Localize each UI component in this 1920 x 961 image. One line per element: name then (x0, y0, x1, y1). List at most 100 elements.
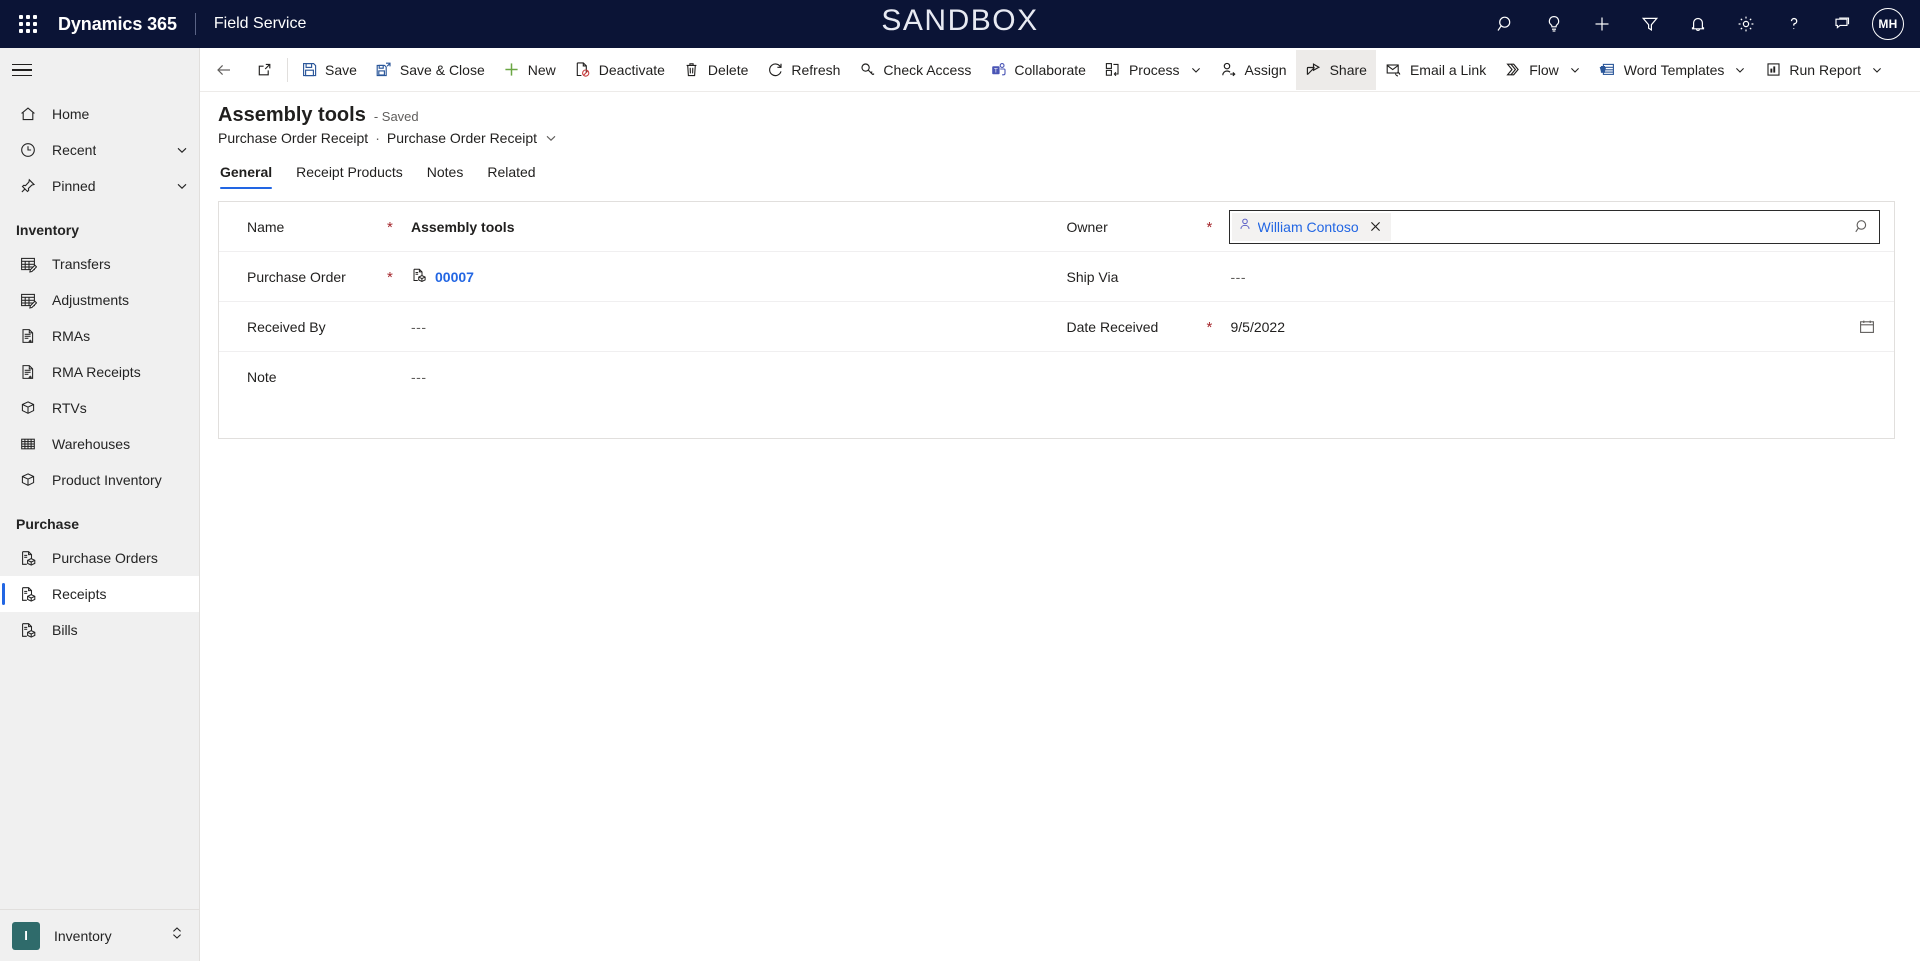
sidebar-item-receipts[interactable]: Receipts (0, 576, 199, 612)
popout-button[interactable] (244, 50, 284, 90)
brand-label[interactable]: Dynamics 365 (58, 14, 177, 35)
page-title: Assembly tools (218, 104, 366, 126)
plus-icon (503, 61, 521, 79)
owner-lookup-field[interactable]: William Contoso (1228, 209, 1880, 244)
field-label: Date Received (1066, 318, 1159, 335)
sidebar-item-rma-receipts[interactable]: RMA Receipts (0, 354, 199, 390)
field-label: Received By (247, 318, 326, 335)
close-icon[interactable] (1365, 215, 1387, 239)
sidebar-item-home[interactable]: Home (0, 96, 199, 132)
sidebar-item-rmas[interactable]: RMAs (0, 318, 199, 354)
field-value-received-by[interactable]: --- (401, 319, 1043, 335)
avatar[interactable]: MH (1872, 8, 1904, 40)
area-switcher[interactable]: I Inventory (0, 909, 199, 961)
deactivate-icon (574, 61, 592, 79)
chevron-down-icon[interactable] (175, 143, 189, 157)
chevron-up-down-icon[interactable] (169, 925, 185, 946)
refresh-icon (766, 61, 784, 79)
form-column-left: Name * Assembly tools Purchase Order * 0… (219, 202, 1057, 438)
plus-icon[interactable] (1578, 2, 1626, 46)
hamburger-menu-icon[interactable] (0, 48, 199, 92)
sidebar-item-transfers[interactable]: Transfers (0, 246, 199, 282)
owner-token[interactable]: William Contoso (1231, 212, 1391, 241)
field-row-note: Note --- (219, 352, 1057, 402)
field-row-received-by: Received By --- (219, 302, 1057, 352)
area-switcher-label: Inventory (54, 927, 112, 944)
tab-related[interactable]: Related (475, 158, 547, 189)
sidebar-item-product-inventory[interactable]: Product Inventory (0, 462, 199, 498)
command-separator (287, 57, 288, 82)
search-icon[interactable] (1482, 2, 1530, 46)
sidebar-item-purchase-orders[interactable]: Purchase Orders (0, 540, 199, 576)
breadcrumb: Purchase Order Receipt · Purchase Order … (218, 130, 1920, 146)
save-button[interactable]: Save (291, 50, 366, 90)
sidebar-item-label: RMA Receipts (52, 364, 141, 380)
form-spacer (219, 402, 1057, 438)
lightbulb-icon[interactable] (1530, 2, 1578, 46)
tab-receipt-products[interactable]: Receipt Products (284, 158, 415, 189)
save-icon (300, 61, 318, 79)
required-spacer (1207, 276, 1221, 278)
tab-label: Receipt Products (296, 164, 403, 180)
sidebar-item-pinned[interactable]: Pinned (0, 168, 199, 204)
breadcrumb-entity[interactable]: Purchase Order Receipt (218, 130, 368, 146)
word-templates-button[interactable]: W Word Templates (1590, 50, 1756, 90)
required-indicator: * (1206, 219, 1213, 236)
command-label: Process (1128, 61, 1180, 78)
delete-button[interactable]: Delete (674, 50, 757, 90)
check-access-button[interactable]: Check Access (849, 50, 980, 90)
chevron-down-icon[interactable] (175, 179, 189, 193)
breadcrumb-form[interactable]: Purchase Order Receipt (387, 130, 537, 146)
back-button[interactable] (204, 50, 244, 90)
app-launcher-icon[interactable] (6, 2, 50, 46)
pin-icon (18, 176, 38, 196)
box-icon (18, 470, 38, 490)
date-received-field[interactable]: 9/5/2022 (1221, 314, 1881, 340)
calendar-icon[interactable] (1854, 314, 1880, 340)
sidebar-item-recent[interactable]: Recent (0, 132, 199, 168)
field-label: Note (247, 369, 277, 385)
sidebar-item-rtvs[interactable]: RTVs (0, 390, 199, 426)
command-label: Run Report (1789, 61, 1861, 78)
field-value-name[interactable]: Assembly tools (401, 219, 1043, 235)
flow-button[interactable]: Flow (1495, 50, 1590, 90)
required-spacer (387, 376, 401, 378)
chevron-down-icon[interactable] (1871, 64, 1883, 76)
owner-search-input[interactable] (1390, 212, 1847, 241)
command-label: New (527, 61, 556, 78)
sidebar-item-bills[interactable]: Bills (0, 612, 199, 648)
chevron-down-icon[interactable] (1569, 64, 1581, 76)
bell-icon[interactable] (1674, 2, 1722, 46)
chevron-down-icon[interactable] (544, 131, 558, 145)
app-name-label[interactable]: Field Service (214, 15, 306, 33)
tab-notes[interactable]: Notes (415, 158, 476, 189)
deactivate-button[interactable]: Deactivate (565, 50, 674, 90)
run-report-button[interactable]: Run Report (1755, 50, 1892, 90)
process-button[interactable]: Process (1095, 50, 1211, 90)
chevron-down-icon[interactable] (1190, 64, 1202, 76)
save-and-close-button[interactable]: Save & Close (366, 50, 494, 90)
question-icon[interactable] (1770, 2, 1818, 46)
collaborate-button[interactable]: T Collaborate (980, 50, 1095, 90)
sidebar-item-warehouses[interactable]: Warehouses (0, 426, 199, 462)
gear-icon[interactable] (1722, 2, 1770, 46)
refresh-button[interactable]: Refresh (757, 50, 849, 90)
word-template-icon: W (1599, 61, 1617, 79)
field-value-note[interactable]: --- (401, 369, 1043, 385)
assign-button[interactable]: Assign (1211, 50, 1296, 90)
lookup-search-icon[interactable] (1847, 212, 1877, 242)
chevron-down-icon[interactable] (1734, 64, 1746, 76)
sidebar-item-label: RMAs (52, 328, 91, 344)
new-button[interactable]: New (494, 50, 565, 90)
transfer-icon (18, 254, 38, 274)
purchase-order-link[interactable]: 00007 (435, 269, 474, 285)
tab-general[interactable]: General (218, 158, 284, 189)
field-value-ship-via[interactable]: --- (1221, 269, 1881, 285)
share-button[interactable]: Share (1295, 49, 1376, 90)
person-icon (1238, 217, 1252, 236)
sidebar-item-adjustments[interactable]: Adjustments (0, 282, 199, 318)
feedback-icon[interactable] (1818, 2, 1866, 46)
filter-icon[interactable] (1626, 2, 1674, 46)
field-row-purchase-order: Purchase Order * 00007 (219, 252, 1057, 302)
email-a-link-button[interactable]: Email a Link (1376, 50, 1495, 90)
